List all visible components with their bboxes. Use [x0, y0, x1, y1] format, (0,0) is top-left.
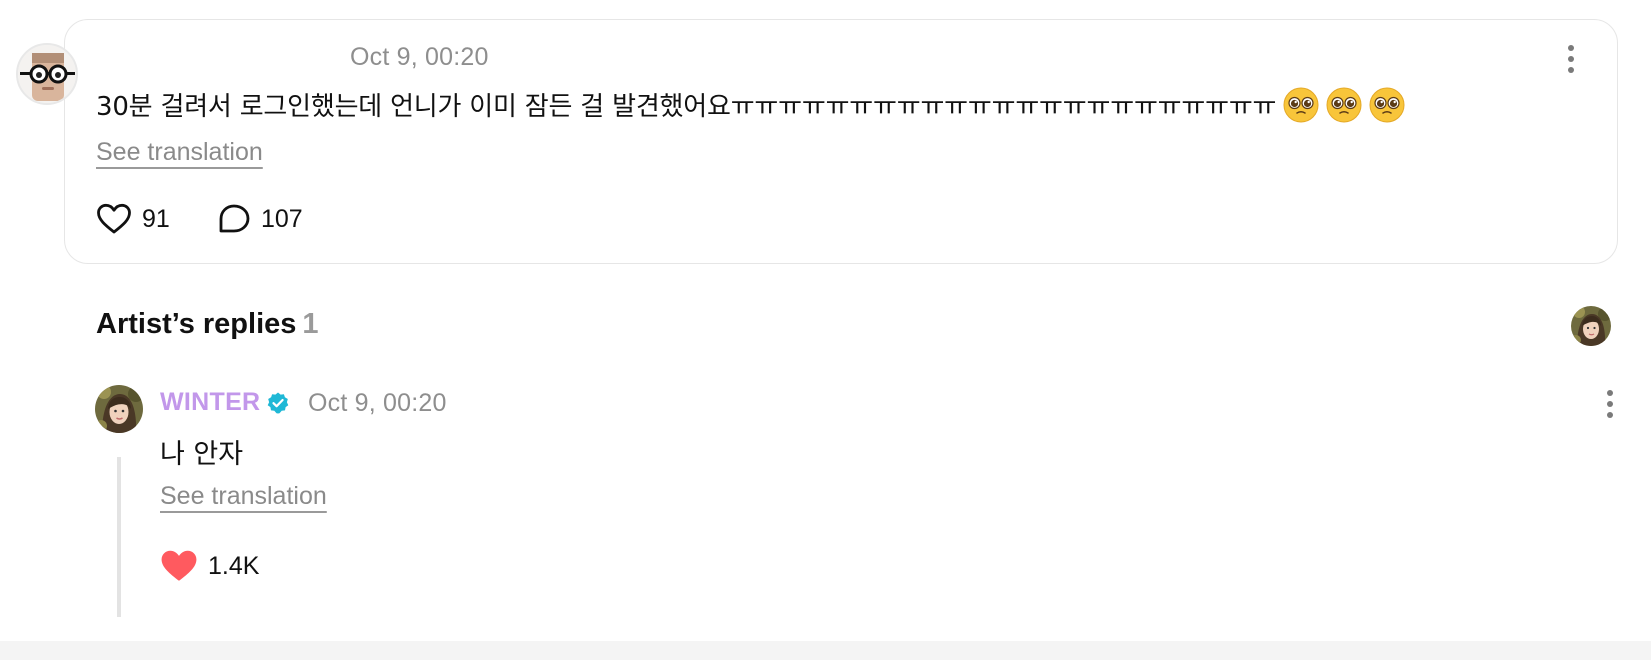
reply-timestamp: Oct 9, 00:20 — [308, 389, 447, 417]
reply-author-name: WINTER — [160, 388, 261, 416]
post-like-count: 91 — [142, 204, 170, 233]
post-timestamp: Oct 9, 00:20 — [350, 43, 489, 71]
post-comment-count: 107 — [261, 204, 303, 233]
post-like-button[interactable]: 91 — [96, 203, 170, 235]
speech-bubble-icon — [219, 204, 250, 233]
post-see-translation-link[interactable]: See translation — [96, 138, 263, 167]
artist-replies-title: Artist’s replies — [96, 308, 297, 340]
heart-filled-icon — [161, 550, 197, 581]
pleading-face-emoji — [1369, 87, 1405, 122]
heart-outline-icon — [97, 203, 131, 234]
pleading-face-emoji — [1283, 87, 1319, 122]
artist-replies-count: 1 — [302, 308, 319, 340]
artist-avatar-header[interactable] — [1571, 306, 1611, 346]
artist-profile-image — [1571, 306, 1611, 346]
reply-like-button[interactable]: 1.4K — [160, 549, 259, 583]
reply-see-translation-link[interactable]: See translation — [160, 482, 327, 511]
post-body-text: 30분 걸려서 로그인했는데 언니가 이미 잠든 걸 발견했어요ㅠㅠㅠㅠㅠㅠㅠㅠ… — [96, 92, 1277, 122]
post-author-avatar[interactable] — [16, 43, 78, 105]
reply-like-count: 1.4K — [208, 551, 260, 580]
pleading-face-emoji — [1326, 87, 1362, 122]
reply-more-options-icon[interactable] — [1606, 390, 1614, 418]
reply-thread-line — [117, 457, 121, 617]
footer-divider — [0, 641, 1651, 660]
reply-author[interactable]: WINTER — [160, 388, 290, 417]
post-body: 30분 걸려서 로그인했는데 언니가 이미 잠든 걸 발견했어요ㅠㅠㅠㅠㅠㅠㅠㅠ… — [96, 86, 1405, 123]
post-comment-button[interactable]: 107 — [217, 203, 303, 235]
avatar-glasses-image — [18, 45, 76, 103]
reply-body-text: 나 안자 — [160, 439, 244, 470]
verified-badge-icon — [268, 392, 289, 413]
artist-replies-heading: Artist’s replies 1 — [96, 308, 319, 341]
artist-profile-image — [95, 385, 143, 433]
reply-author-avatar[interactable] — [95, 385, 143, 433]
post-more-options-icon[interactable] — [1567, 45, 1575, 73]
